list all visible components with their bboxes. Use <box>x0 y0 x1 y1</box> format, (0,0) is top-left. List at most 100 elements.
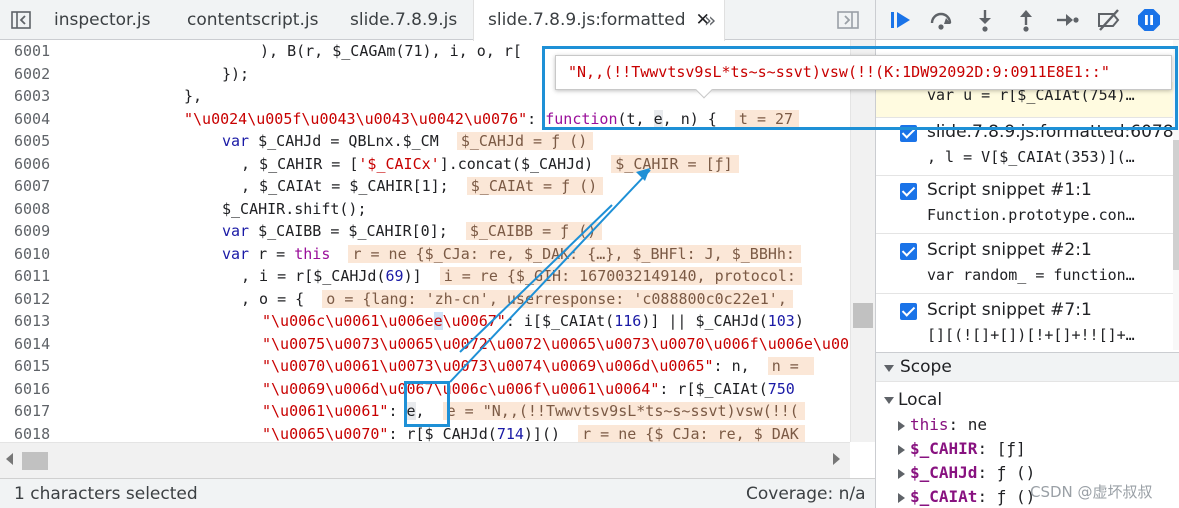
scroll-thumb[interactable] <box>1173 140 1179 270</box>
breakpoint-checkbox[interactable] <box>900 243 917 260</box>
code-token: , i = r[$_CAHJd( <box>241 267 386 285</box>
expand-icon[interactable] <box>898 469 905 479</box>
inline-value: i = re {$_GIH: 1670032149140, protocol: <box>439 267 802 285</box>
line-number[interactable]: 6014 <box>14 333 50 356</box>
scroll-left-icon[interactable] <box>6 453 13 465</box>
code-token: $_CAHJd = QBLnx.$_CM <box>249 132 457 150</box>
code-line[interactable]: 6009 var $_CAIBB = $_CAHIR[0]; $_CAIBB = … <box>0 220 850 243</box>
keyword-token: var <box>222 244 250 263</box>
code-token: )] || $_CAHJd( <box>641 312 768 330</box>
code-line[interactable]: 6005 var $_CAHJd = QBLnx.$_CM $_CAHJd = ƒ… <box>0 130 850 153</box>
step-into-icon[interactable] <box>972 7 998 33</box>
line-number[interactable]: 6017 <box>14 400 50 423</box>
inline-value: o = {lang: 'zh-cn', userresponse: 'c0888… <box>322 289 793 308</box>
scroll-right-icon[interactable] <box>833 453 840 465</box>
line-number[interactable]: 6011 <box>14 265 50 288</box>
code-line[interactable]: 6012 , o = { o = {lang: 'zh-cn', userresp… <box>0 288 850 311</box>
code-line[interactable]: 6010 var r = this r = ne {$_CJa: re, $_DA… <box>0 243 850 266</box>
step-over-icon[interactable] <box>928 7 954 33</box>
line-text: "\u0075\u0073\u0065\u0072\u0072\u0065\u0… <box>262 333 850 356</box>
line-number[interactable]: 6012 <box>14 288 50 311</box>
line-number[interactable]: 6009 <box>14 220 50 243</box>
collapse-icon[interactable] <box>884 397 894 404</box>
code-line[interactable]: 6011 , i = r[$_CAHJd(69)] i = re {$_GIH: … <box>0 265 850 288</box>
number-token: 750 <box>767 379 795 398</box>
coverage-status[interactable]: Coverage: n/a <box>746 484 866 504</box>
code-token: )]() <box>523 424 579 443</box>
property-separator: : <box>948 415 968 434</box>
inline-value: $_CAIAt = ƒ () <box>466 177 604 195</box>
expand-icon[interactable] <box>898 445 905 455</box>
expand-icon[interactable] <box>898 493 905 503</box>
expand-icon[interactable] <box>898 421 905 431</box>
breakpoint-item[interactable]: Script snippet #7:1 [][(![]+[])[!+[]+!![… <box>876 296 1179 354</box>
resume-icon[interactable] <box>888 7 914 33</box>
annotation-box-variable <box>404 381 450 427</box>
breakpoint-checkbox[interactable] <box>900 303 917 320</box>
tab-slide-js-formatted[interactable]: slide.7.8.9.js:formatted ✕ <box>473 0 725 41</box>
line-number[interactable]: 6013 <box>14 310 50 333</box>
line-number[interactable]: 6007 <box>14 175 50 198</box>
line-number[interactable]: 6002 <box>14 63 50 86</box>
line-text: }); <box>222 64 250 83</box>
code-line[interactable]: 6008 $_CAHIR.shift(); <box>0 198 850 221</box>
deactivate-breakpoints-icon[interactable] <box>1096 7 1122 33</box>
scroll-thumb[interactable] <box>853 303 873 328</box>
tab-inspector-js[interactable]: inspector.js <box>54 0 150 40</box>
string-token: \u0067" <box>442 312 506 330</box>
code-token: , $_CAIAt = $_CAHIR[1]; <box>241 177 467 195</box>
line-number[interactable]: 6006 <box>14 153 50 176</box>
property-separator: : <box>977 439 997 458</box>
step-icon[interactable] <box>1054 7 1080 33</box>
breakpoint-location[interactable]: Script snippet #2:1 <box>927 240 1092 260</box>
breakpoint-item[interactable]: Script snippet #1:1 Function.prototype.c… <box>876 176 1179 234</box>
breakpoint-code: var random_ = function… <box>927 266 1135 284</box>
toggle-navigator-icon[interactable] <box>10 9 32 31</box>
line-number[interactable]: 6015 <box>14 355 50 378</box>
editor-horizontal-scrollbar[interactable] <box>0 442 850 478</box>
step-out-icon[interactable] <box>1013 7 1039 33</box>
line-number[interactable]: 6005 <box>14 130 50 153</box>
code-token: , o = { <box>241 289 323 308</box>
number-token: 116 <box>614 312 642 330</box>
code-line[interactable]: 6014 "\u0075\u0073\u0065\u0072\u0072\u006… <box>0 333 850 356</box>
code-line[interactable]: 6007 , $_CAIAt = $_CAHIR[1]; $_CAIAt = ƒ … <box>0 175 850 198</box>
breakpoint-checkbox[interactable] <box>900 183 917 200</box>
line-number[interactable]: 6004 <box>14 108 50 131</box>
tab-slide-js[interactable]: slide.7.8.9.js <box>350 0 457 40</box>
scope-section-header[interactable]: Scope <box>876 352 1179 382</box>
scope-local-group[interactable]: Local <box>876 389 1179 413</box>
code-token: , $_CAHIR = [ <box>241 154 359 173</box>
code-token: ].concat($_CAHJd) <box>439 154 612 173</box>
scroll-thumb[interactable] <box>22 452 48 470</box>
breakpoint-location[interactable]: Script snippet #1:1 <box>927 180 1092 200</box>
code-line[interactable]: 6015 "\u0070\u0061\u0073\u0073\u0074\u006… <box>0 355 850 378</box>
line-number[interactable]: 6010 <box>14 243 50 266</box>
more-tabs-icon[interactable]: » <box>704 8 716 32</box>
toggle-debugger-icon[interactable] <box>836 9 860 31</box>
breakpoint-location[interactable]: Script snippet #7:1 <box>927 300 1092 320</box>
code-line[interactable]: 6006 , $_CAHIR = ['$_CAICx'].concat($_CAH… <box>0 153 850 176</box>
collapse-icon[interactable] <box>884 365 894 372</box>
selected-character[interactable]: e <box>433 312 443 330</box>
string-token: "\u0070\u0061\u0073\u0073\u0074\u0069\u0… <box>262 357 714 375</box>
property-value: ne <box>967 415 988 434</box>
pause-on-exceptions-icon[interactable] <box>1136 7 1162 33</box>
line-number[interactable]: 6003 <box>14 85 50 108</box>
code-token: )] <box>403 267 440 285</box>
line-number[interactable]: 6001 <box>14 40 50 63</box>
line-number[interactable]: 6008 <box>14 198 50 221</box>
scope-property[interactable]: $_CAHIR: [ƒ] <box>876 438 1179 462</box>
line-number[interactable]: 6018 <box>14 423 50 443</box>
inline-value: e = "N,,(!!Twwvtsv9sL*ts~s~ssvt)vsw(!!( <box>442 402 805 420</box>
inline-value: n = <box>767 357 814 375</box>
breakpoint-item[interactable]: Script snippet #2:1 var random_ = functi… <box>876 236 1179 294</box>
inline-value: $_CAHJd = ƒ () <box>456 132 594 150</box>
tab-contentscript-js[interactable]: contentscript.js <box>187 0 318 40</box>
scope-property[interactable]: this: ne <box>876 414 1179 438</box>
breakpoint-code: , l = V[$_CAIAt(353)](… <box>927 148 1135 166</box>
line-number[interactable]: 6016 <box>14 378 50 401</box>
number-token: 714 <box>496 424 524 443</box>
code-line[interactable]: 6013 "\u006c\u0061\u006ee\u0067": i[$_CAI… <box>0 310 850 333</box>
